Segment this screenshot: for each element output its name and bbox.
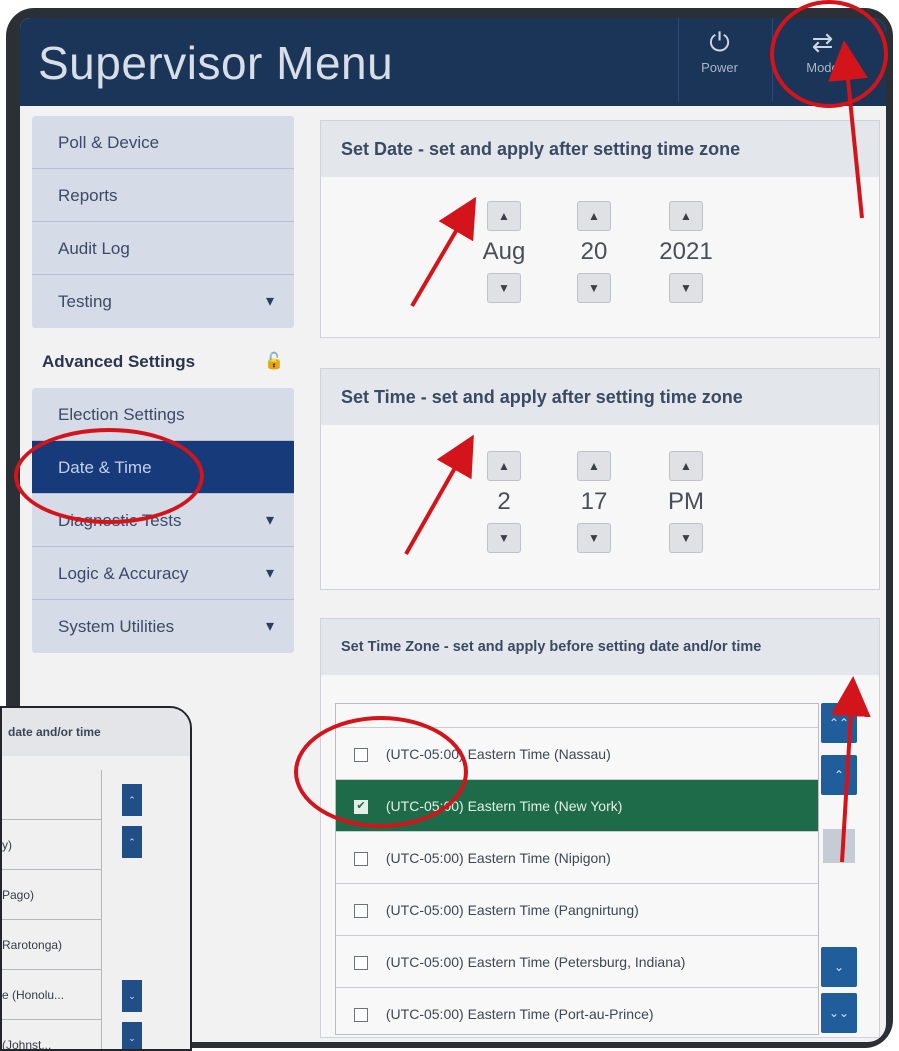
arrow-to-scroll-up [830, 676, 871, 863]
arrow-to-date-up [410, 196, 477, 308]
arrow-to-time-up [404, 434, 474, 555]
annotation-arrows [404, 40, 871, 863]
arrow-to-mode [828, 40, 868, 219]
